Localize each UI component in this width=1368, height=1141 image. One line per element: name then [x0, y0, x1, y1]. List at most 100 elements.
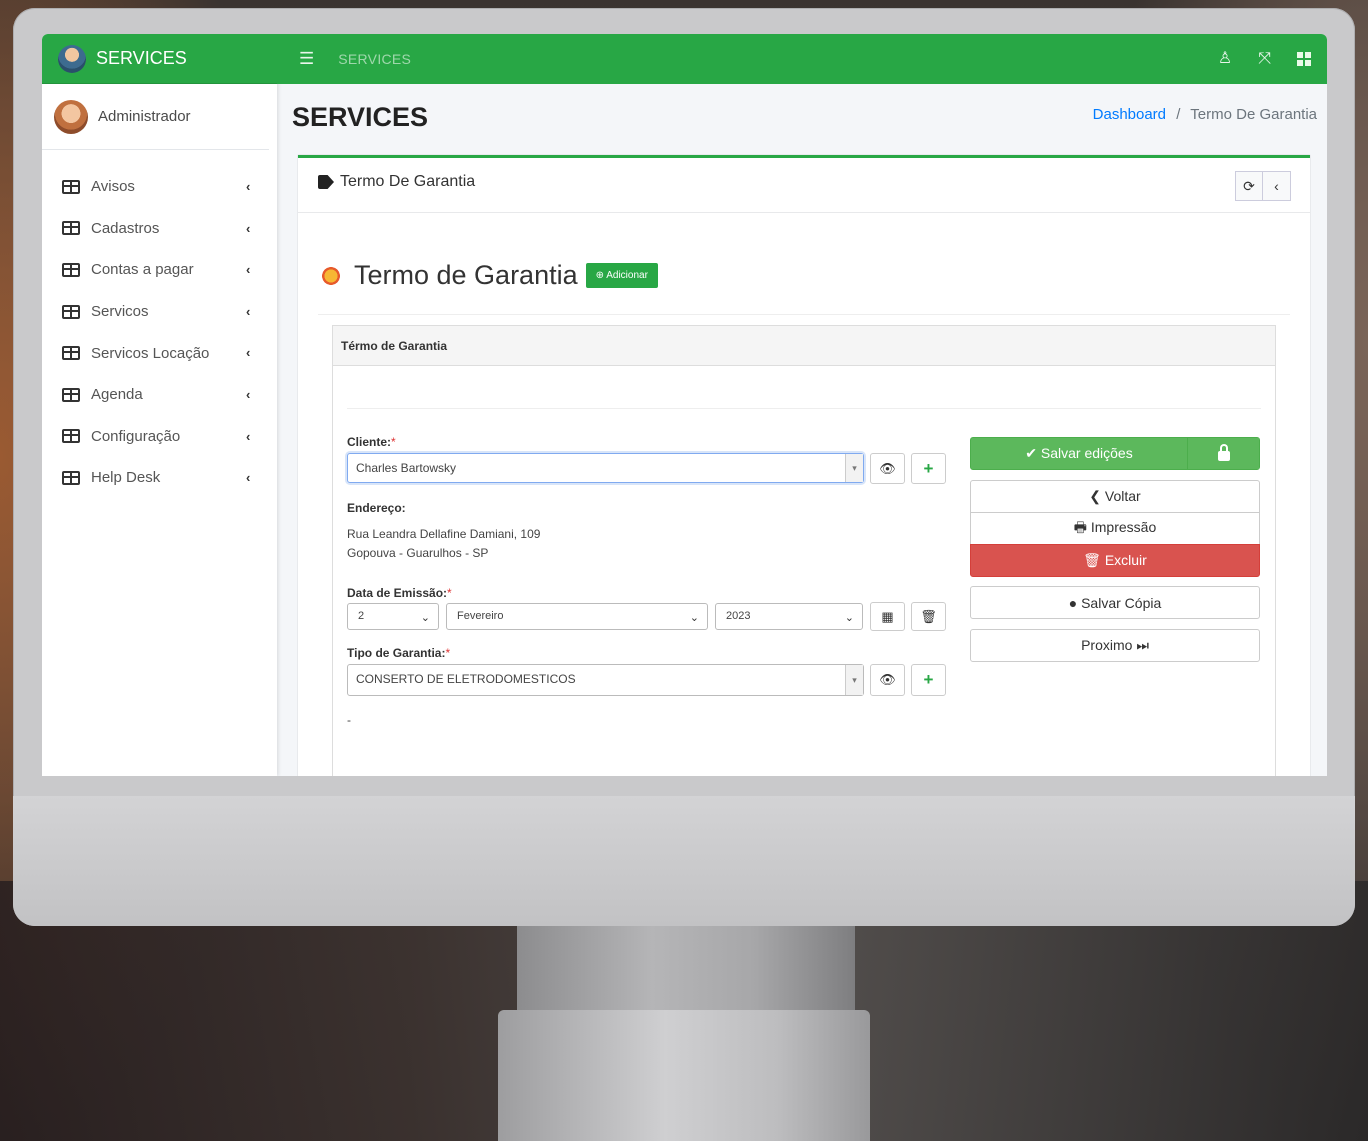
hamburger-icon[interactable]: ☰: [299, 49, 314, 69]
endereco-line1: Rua Leandra Dellafine Damiani, 109: [347, 527, 541, 541]
chevron-left-icon: ‹: [246, 303, 251, 319]
chevron-down-icon: ⌄: [420, 612, 430, 624]
grid-icon[interactable]: [1297, 52, 1311, 66]
chevron-left-icon: ‹: [246, 470, 251, 486]
brand-link[interactable]: SERVICES: [42, 34, 277, 84]
clear-date-button[interactable]: 🗑: [911, 602, 946, 631]
sidebar-item-label: Configuração: [91, 427, 181, 445]
panel-title: Térmo de Garantia: [333, 326, 1275, 366]
sidebar-item-servicos-locacao[interactable]: Servicos Locação ‹: [42, 332, 277, 374]
add-tipo-button[interactable]: +: [911, 664, 946, 696]
brand-logo-icon: [58, 44, 86, 73]
endereco-label: Endereço:: [347, 501, 406, 515]
sidebar-item-contas-a-pagar[interactable]: Contas a pagar ‹: [42, 249, 277, 291]
add-button-label: Adicionar: [606, 270, 648, 281]
section-heading: Termo de Garantia ⊕ Adicionar: [318, 260, 658, 291]
ano-select[interactable]: 2023 ⌄: [715, 603, 863, 630]
salvar-copia-label: ● Salvar Cópia: [1068, 594, 1162, 611]
topbar-title[interactable]: SERVICES: [338, 51, 411, 67]
sidebar-item-cadastros[interactable]: Cadastros ‹: [42, 208, 277, 250]
refresh-button[interactable]: ⟳: [1235, 171, 1263, 201]
sidebar-item-label: Servicos: [91, 303, 149, 321]
breadcrumb-separator: /: [1176, 106, 1181, 123]
refresh-icon: ⟳: [1243, 177, 1255, 194]
card-header: Termo De Garantia ⟳ ‹: [298, 158, 1310, 213]
table-icon: [62, 262, 80, 277]
proximo-button[interactable]: Proximo ⏭: [970, 629, 1260, 662]
ano-value: 2023: [726, 610, 751, 622]
lock-icon: [1217, 443, 1230, 461]
mes-select[interactable]: Fevereiro ⌄: [446, 603, 708, 630]
view-cliente-button[interactable]: 👁: [870, 453, 905, 484]
calendar-button[interactable]: ▦: [870, 602, 905, 631]
chevron-left-icon: ‹: [1274, 178, 1279, 194]
sidebar-item-servicos[interactable]: Servicos ‹: [42, 291, 277, 333]
sidebar-nav: Avisos ‹ Cadastros ‹ Contas a pagar ‹ Se…: [42, 150, 277, 499]
required-mark: *: [445, 646, 451, 660]
calendar-icon: ▦: [881, 608, 894, 624]
endereco-line2: Gopouva - Guarulhos - SP: [347, 546, 489, 560]
table-icon: [62, 179, 80, 194]
eye-icon: 👁: [879, 672, 896, 687]
top-navbar: ☰ SERVICES ♙ ⤧: [277, 34, 1327, 84]
user-name: Administrador: [98, 108, 191, 125]
tag-icon: [318, 175, 334, 189]
sun-icon: [318, 262, 344, 289]
section-heading-text: Termo de Garantia: [354, 260, 578, 290]
chevron-left-icon: ‹: [246, 386, 251, 402]
sidebar-item-help-desk[interactable]: Help Desk ‹: [42, 457, 277, 499]
breadcrumb-current: Termo De Garantia: [1190, 106, 1317, 123]
voltar-button[interactable]: ❮ Voltar: [970, 480, 1260, 513]
table-icon: [62, 221, 80, 236]
sidebar-item-agenda[interactable]: Agenda ‹: [42, 374, 277, 416]
dropdown-arrow-icon: ▾: [845, 454, 863, 482]
trailing-dash: -: [347, 713, 351, 727]
cliente-value: Charles Bartowsky: [356, 461, 457, 475]
user-icon[interactable]: ♙: [1218, 49, 1232, 69]
chevron-left-icon: ‹: [246, 345, 251, 361]
data-emissao-label: Data de Emissão:*: [347, 586, 452, 600]
sidebar-item-configuracao[interactable]: Configuração ‹: [42, 416, 277, 458]
tipo-garantia-label-text: Tipo de Garantia:: [347, 646, 446, 660]
card-tools: ⟳ ‹: [1235, 171, 1291, 201]
collapse-button[interactable]: ‹: [1263, 171, 1291, 201]
sidebar-item-label: Cadastros: [91, 219, 160, 237]
sidebar-item-label: Avisos: [91, 178, 135, 196]
excluir-button[interactable]: 🗑 Excluir: [970, 544, 1260, 577]
breadcrumb: Dashboard / Termo De Garantia: [1093, 106, 1317, 123]
divider: [318, 314, 1290, 315]
add-button[interactable]: ⊕ Adicionar: [585, 263, 658, 288]
trash-icon: 🗑: [920, 608, 937, 624]
sidebar-item-avisos[interactable]: Avisos ‹: [42, 166, 277, 208]
dia-select[interactable]: 2 ⌄: [347, 603, 439, 630]
save-edits-button[interactable]: ✔ Salvar edições: [970, 437, 1260, 470]
cliente-select[interactable]: Charles Bartowsky ▾: [347, 453, 864, 483]
app-screen: SERVICES Administrador Avisos ‹ Cadastro…: [42, 34, 1327, 776]
tipo-garantia-label: Tipo de Garantia:*: [347, 646, 450, 660]
chevron-left-icon: ‹: [246, 428, 251, 444]
table-icon: [62, 429, 80, 444]
table-icon: [62, 304, 80, 319]
chevron-left-icon: ‹: [246, 262, 251, 278]
cliente-label-text: Cliente:: [347, 435, 392, 449]
view-tipo-button[interactable]: 👁: [870, 664, 905, 696]
cliente-label: Cliente:*: [347, 435, 396, 449]
eye-icon: 👁: [879, 460, 896, 476]
impressao-button[interactable]: 🖶 Impressão: [970, 513, 1260, 545]
breadcrumb-dashboard-link[interactable]: Dashboard: [1093, 106, 1166, 123]
sidebar-item-label: Contas a pagar: [91, 261, 194, 279]
excluir-label: 🗑 Excluir: [1083, 552, 1147, 568]
form-panel: Térmo de Garantia Cliente:* Charles Bart…: [332, 325, 1276, 776]
divider: [347, 408, 1261, 409]
save-edits-label: ✔ Salvar edições: [1025, 445, 1133, 461]
fullscreen-icon[interactable]: ⤧: [1258, 49, 1271, 69]
lock-button[interactable]: [1187, 438, 1259, 469]
tipo-garantia-value: CONSERTO DE ELETRODOMESTICOS: [356, 672, 576, 686]
add-cliente-button[interactable]: +: [911, 453, 946, 484]
salvar-copia-button[interactable]: ● Salvar Cópia: [970, 586, 1260, 619]
tipo-garantia-select[interactable]: CONSERTO DE ELETRODOMESTICOS ▾: [347, 664, 864, 696]
user-panel[interactable]: Administrador: [42, 84, 269, 150]
card-title-text: Termo De Garantia: [340, 173, 476, 190]
chevron-down-icon: ⌄: [844, 612, 854, 624]
avatar: [54, 99, 88, 134]
